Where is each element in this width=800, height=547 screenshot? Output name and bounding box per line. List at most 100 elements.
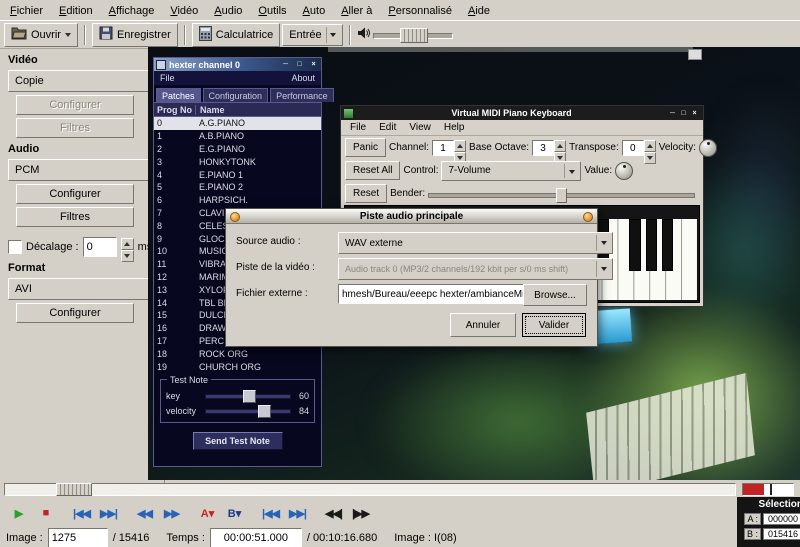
video-filters-button[interactable]: Filtres: [16, 118, 134, 138]
shift-spinner[interactable]: [121, 238, 134, 256]
back-frame-button[interactable]: ◀◀: [131, 501, 158, 526]
spin-up-icon[interactable]: [644, 140, 656, 152]
channel-spinner[interactable]: 1: [432, 140, 466, 156]
prev-black-frame-button[interactable]: |◀◀: [257, 501, 284, 526]
control-combo[interactable]: 7-Volume: [441, 161, 581, 181]
next-black-frame-button[interactable]: ▶▶|: [284, 501, 311, 526]
patch-row[interactable]: 18 ROCK ORG: [154, 347, 321, 360]
ok-button[interactable]: Valider: [522, 313, 586, 337]
menu-item[interactable]: Outils: [250, 2, 294, 19]
audio-codec-combo[interactable]: PCM: [8, 159, 168, 181]
wm-dot-icon[interactable]: [583, 212, 593, 222]
close-icon[interactable]: ×: [689, 108, 700, 118]
hexter-tab[interactable]: Patches: [156, 88, 201, 102]
vmpk-menu-item[interactable]: Help: [438, 121, 471, 134]
calculator-button[interactable]: Calculatrice: [192, 23, 280, 47]
patch-row[interactable]: 0 A.G.PIANO: [154, 117, 321, 130]
vmpk-menu-item[interactable]: File: [344, 121, 372, 134]
audio-configure-button[interactable]: Configurer: [16, 184, 134, 204]
open-button[interactable]: Ouvrir: [4, 23, 78, 47]
shift-checkbox[interactable]: [8, 240, 22, 254]
spin-down-icon[interactable]: [644, 152, 656, 164]
panic-button[interactable]: Panic: [345, 138, 386, 157]
menu-item[interactable]: Aller à: [333, 2, 380, 19]
hexter-menu-file[interactable]: File: [160, 73, 175, 83]
menu-item[interactable]: Personnalisé: [380, 2, 460, 19]
hexter-titlebar[interactable]: hexter channel 0 ─ □ ×: [154, 58, 321, 71]
hexter-tab[interactable]: Configuration: [203, 88, 269, 102]
wm-dot-icon[interactable]: [230, 212, 240, 222]
volume-slider-thumb[interactable]: [400, 28, 428, 43]
frame-number-input[interactable]: [48, 528, 108, 547]
mark-a-button[interactable]: A▾: [194, 501, 221, 526]
shift-value-input[interactable]: [83, 237, 117, 257]
value-knob[interactable]: [615, 162, 633, 180]
key-slider[interactable]: [205, 390, 291, 401]
cancel-button[interactable]: Annuler: [450, 313, 516, 337]
bender-slider[interactable]: [428, 186, 695, 202]
patch-row[interactable]: 4 E.PIANO 1: [154, 168, 321, 181]
minimize-icon[interactable]: ─: [280, 60, 291, 70]
menu-item[interactable]: Fichier: [2, 2, 51, 19]
timeline-groove[interactable]: [4, 483, 736, 496]
patch-row[interactable]: 2 E.G.PIANO: [154, 143, 321, 156]
last-frame-button[interactable]: |▶▶: [347, 501, 374, 526]
piano-black-key[interactable]: [646, 219, 657, 271]
reset-button[interactable]: Reset: [345, 184, 387, 203]
minimize-icon[interactable]: ─: [667, 108, 678, 118]
next-keyframe-button[interactable]: ▶▶|: [95, 501, 122, 526]
send-test-note-button[interactable]: Send Test Note: [193, 432, 283, 450]
volume-slider[interactable]: [373, 27, 453, 43]
browse-button[interactable]: Browse...: [523, 284, 587, 306]
patch-row[interactable]: 5 E.PIANO 2: [154, 181, 321, 194]
column-prog-no[interactable]: Prog No: [154, 105, 196, 115]
slider-thumb[interactable]: [243, 390, 256, 403]
vmpk-titlebar[interactable]: Virtual MIDI Piano Keyboard ─ □ ×: [341, 106, 703, 120]
first-frame-button[interactable]: ◀◀|: [320, 501, 347, 526]
menu-item[interactable]: Affichage: [101, 2, 163, 19]
spin-up-icon[interactable]: [554, 140, 566, 152]
source-audio-combo[interactable]: WAV externe: [338, 232, 613, 254]
column-name[interactable]: Name: [196, 105, 321, 115]
stop-button[interactable]: ■: [32, 501, 59, 526]
patch-row[interactable]: 3 HONKYTONK: [154, 155, 321, 168]
vmpk-menu-item[interactable]: View: [403, 121, 437, 134]
menu-item[interactable]: Aide: [460, 2, 498, 19]
patch-row[interactable]: 6 HARPSICH.: [154, 194, 321, 207]
hexter-tab[interactable]: Performance: [270, 88, 334, 102]
input-selector-combo[interactable]: Entrée: [282, 24, 342, 46]
slider-thumb[interactable]: [258, 405, 271, 418]
spin-up-icon[interactable]: [121, 238, 134, 250]
time-input[interactable]: [210, 528, 302, 547]
menu-item[interactable]: Audio: [206, 2, 250, 19]
menu-item[interactable]: Vidéo: [162, 2, 206, 19]
save-button[interactable]: Enregistrer: [92, 23, 178, 47]
velocity-slider[interactable]: [205, 405, 291, 416]
prev-keyframe-button[interactable]: |◀◀: [68, 501, 95, 526]
video-codec-combo[interactable]: Copie: [8, 70, 168, 92]
close-icon[interactable]: ×: [308, 60, 319, 70]
spin-up-icon[interactable]: [454, 140, 466, 152]
spinner-buttons[interactable]: [454, 140, 466, 156]
menu-item[interactable]: Edition: [51, 2, 101, 19]
timeline-thumb[interactable]: [56, 483, 92, 496]
spin-down-icon[interactable]: [121, 250, 134, 262]
patch-row[interactable]: 1 A.B.PIANO: [154, 130, 321, 143]
patch-row[interactable]: 19 CHURCH ORG: [154, 360, 321, 373]
spinner-buttons[interactable]: [554, 140, 566, 156]
base-octave-spinner[interactable]: 3: [532, 140, 566, 156]
spinner-buttons[interactable]: [644, 140, 656, 156]
audio-filters-button[interactable]: Filtres: [16, 207, 134, 227]
hexter-menu-about[interactable]: About: [291, 73, 315, 83]
dialog-titlebar[interactable]: Piste audio principale: [226, 209, 597, 224]
slider-thumb[interactable]: [556, 188, 567, 203]
external-file-input[interactable]: [338, 284, 527, 304]
format-combo[interactable]: AVI: [8, 278, 168, 300]
menu-item[interactable]: Auto: [295, 2, 334, 19]
piano-black-key[interactable]: [629, 219, 640, 271]
piano-black-key[interactable]: [662, 219, 673, 271]
maximize-icon[interactable]: □: [678, 108, 689, 118]
mark-b-button[interactable]: B▾: [221, 501, 248, 526]
vmpk-menu-item[interactable]: Edit: [373, 121, 402, 134]
velocity-knob[interactable]: [699, 139, 717, 157]
